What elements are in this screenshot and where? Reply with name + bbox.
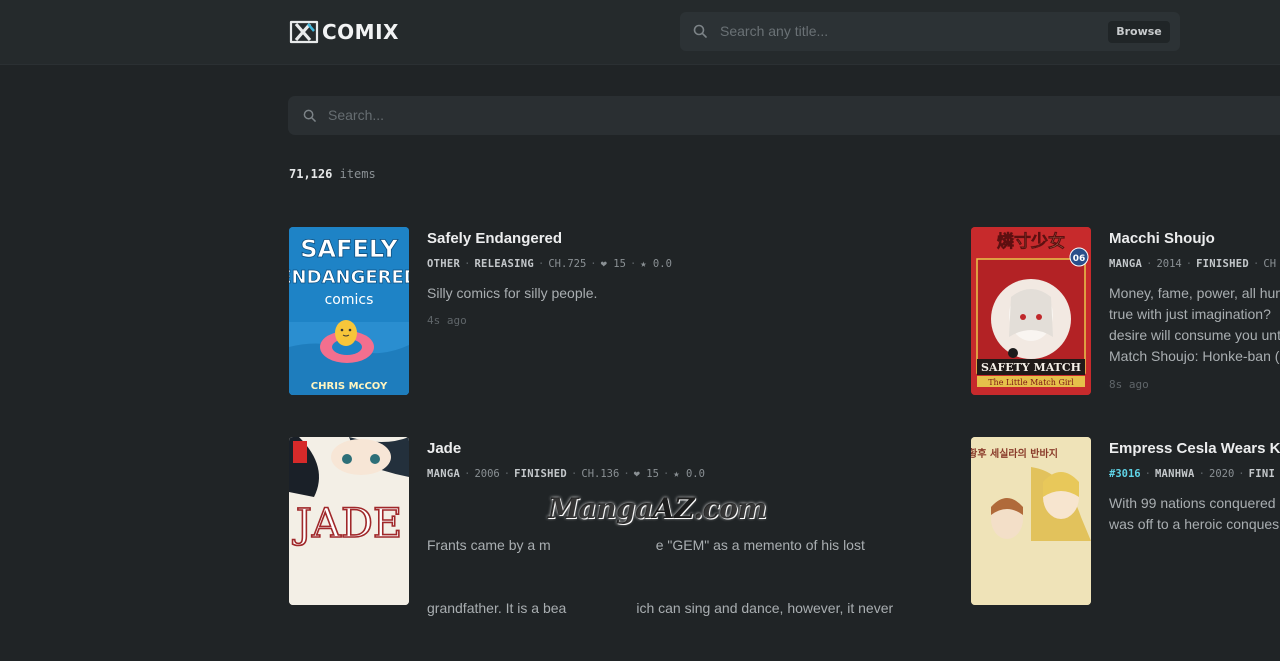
description-line: grandfather. It is a bea ich can sing an… (427, 600, 894, 616)
item-year: 2006 (474, 468, 500, 480)
item-meta: #3016 · MANHWA · 2020 · FINI (1109, 468, 1276, 480)
list-item[interactable]: 燐寸少女 06 SAFETY MATCH The Little Match Gi… (971, 227, 1280, 397)
watermark: MangaAZ.com (548, 492, 767, 525)
catalog-search-bar[interactable]: Search... (288, 96, 1280, 135)
catalog-search-input[interactable]: Search... (328, 107, 384, 123)
item-title[interactable]: Jade (427, 440, 461, 457)
item-likes: 15 (646, 468, 659, 480)
result-count: 71,126 items (289, 167, 376, 181)
description-line: Match Shoujo: Honke-ban ( (1109, 348, 1280, 364)
result-count-number: 71,126 (289, 167, 333, 181)
cover-art: JADE (289, 437, 409, 605)
item-status: RELEASING (474, 258, 535, 270)
cover-title-text: JADE (292, 501, 402, 547)
item-year: 2014 (1156, 258, 1182, 270)
cover-image[interactable]: JADE (289, 437, 409, 605)
cover-author: CHRIS McCOY (311, 381, 388, 392)
cover-line3: comics (325, 292, 374, 308)
header-search-input[interactable]: Search any title... (720, 23, 828, 39)
item-description: With 99 nations conquered was off to a h… (1109, 493, 1280, 535)
item-status: FINISHED (514, 468, 568, 480)
cover-volume: 06 (1073, 254, 1086, 264)
item-likes: 15 (613, 258, 626, 270)
item-description: Silly comics for silly people. (427, 285, 598, 301)
item-title[interactable]: Macchi Shoujo (1109, 230, 1215, 247)
cover-image[interactable]: 황후 세실라의 반바지 (971, 437, 1091, 605)
star-icon: ★ (640, 258, 647, 270)
list-item[interactable]: JADE Jade MANGA · 2006 · FINISHED · CH.136 · ❤ 1… (289, 437, 949, 616)
item-year: 2020 (1209, 468, 1235, 480)
item-rating: 0.0 (652, 258, 672, 270)
item-type: MANHWA (1154, 468, 1195, 480)
cover-bottom-text: SAFETY MATCH (981, 361, 1081, 374)
search-icon (303, 109, 316, 122)
cover-image[interactable]: SAFELY ENDANGERED comics CHRIS McCOY (289, 227, 409, 395)
description-line: With 99 nations conquered (1109, 495, 1276, 511)
description-line: was off to a heroic conques (1109, 516, 1280, 532)
item-title[interactable]: Empress Cesla Wears Kn (1109, 440, 1280, 457)
item-rank: #3016 (1109, 468, 1141, 480)
item-type: MANGA (1109, 258, 1143, 270)
item-chapter: CH.136 (581, 468, 620, 480)
item-title[interactable]: Safely Endangered (427, 230, 562, 247)
item-rating: 0.0 (685, 468, 705, 480)
item-description: Money, fame, power, all hum true with ju… (1109, 283, 1280, 367)
item-updated: 8s ago (1109, 378, 1149, 391)
watermark-part1: Manga (548, 492, 653, 525)
cover-line1: SAFELY (300, 235, 398, 263)
site-logo[interactable]: COMIX (288, 19, 399, 45)
cover-subtitle: The Little Match Girl (988, 378, 1074, 387)
item-chapter: CH (1263, 258, 1277, 270)
item-meta: MANGA · 2014 · FINISHED · CH (1109, 258, 1277, 270)
top-bar: COMIX Search any title... Browse (0, 0, 1280, 65)
cover-title-text: 황후 세실라의 반바지 (971, 447, 1058, 460)
item-status: FINI (1248, 468, 1276, 480)
watermark-part3: .com (693, 492, 767, 525)
logo-text: COMIX (322, 20, 399, 44)
heart-icon: ❤ (600, 258, 607, 270)
item-type: OTHER (427, 258, 461, 270)
item-status: FINISHED (1196, 258, 1250, 270)
comix-logo-icon (289, 20, 319, 44)
description-line: desire will consume you unt (1109, 327, 1280, 343)
cover-line2: ENDANGERED (289, 267, 409, 288)
cover-top-text: 燐寸少女 (997, 231, 1065, 252)
list-item[interactable]: 황후 세실라의 반바지 Empress Cesla Wears Kn #3016… (971, 437, 1280, 605)
item-updated: 4s ago (427, 314, 467, 327)
item-type: MANGA (427, 468, 461, 480)
cover-art: 황후 세실라의 반바지 (971, 437, 1091, 605)
list-item[interactable]: SAFELY ENDANGERED comics CHRIS McCOY Saf… (289, 227, 939, 397)
cover-art: SAFELY ENDANGERED comics CHRIS McCOY (289, 227, 409, 395)
item-meta: MANGA · 2006 · FINISHED · CH.136 · ❤ 15 · ★ 0.0 (427, 468, 705, 480)
search-icon (693, 24, 707, 38)
description-line: true with just imagination? (1109, 306, 1271, 322)
description-line: Money, fame, power, all hum (1109, 285, 1280, 301)
header-search-bar[interactable]: Search any title... Browse (680, 12, 1180, 51)
item-chapter: CH.725 (548, 258, 587, 270)
description-line: Frants came by a m e "GEM" as a memento … (427, 537, 865, 553)
watermark-part2: AZ (652, 492, 694, 525)
star-icon: ★ (673, 468, 680, 480)
cover-image[interactable]: 燐寸少女 06 SAFETY MATCH The Little Match Gi… (971, 227, 1091, 395)
result-count-label: items (339, 167, 376, 181)
heart-icon: ❤ (633, 468, 640, 480)
item-meta: OTHER · RELEASING · CH.725 · ❤ 15 · ★ 0.0 (427, 258, 672, 270)
cover-art: 燐寸少女 06 SAFETY MATCH The Little Match Gi… (971, 227, 1091, 395)
browse-button[interactable]: Browse (1108, 21, 1170, 43)
